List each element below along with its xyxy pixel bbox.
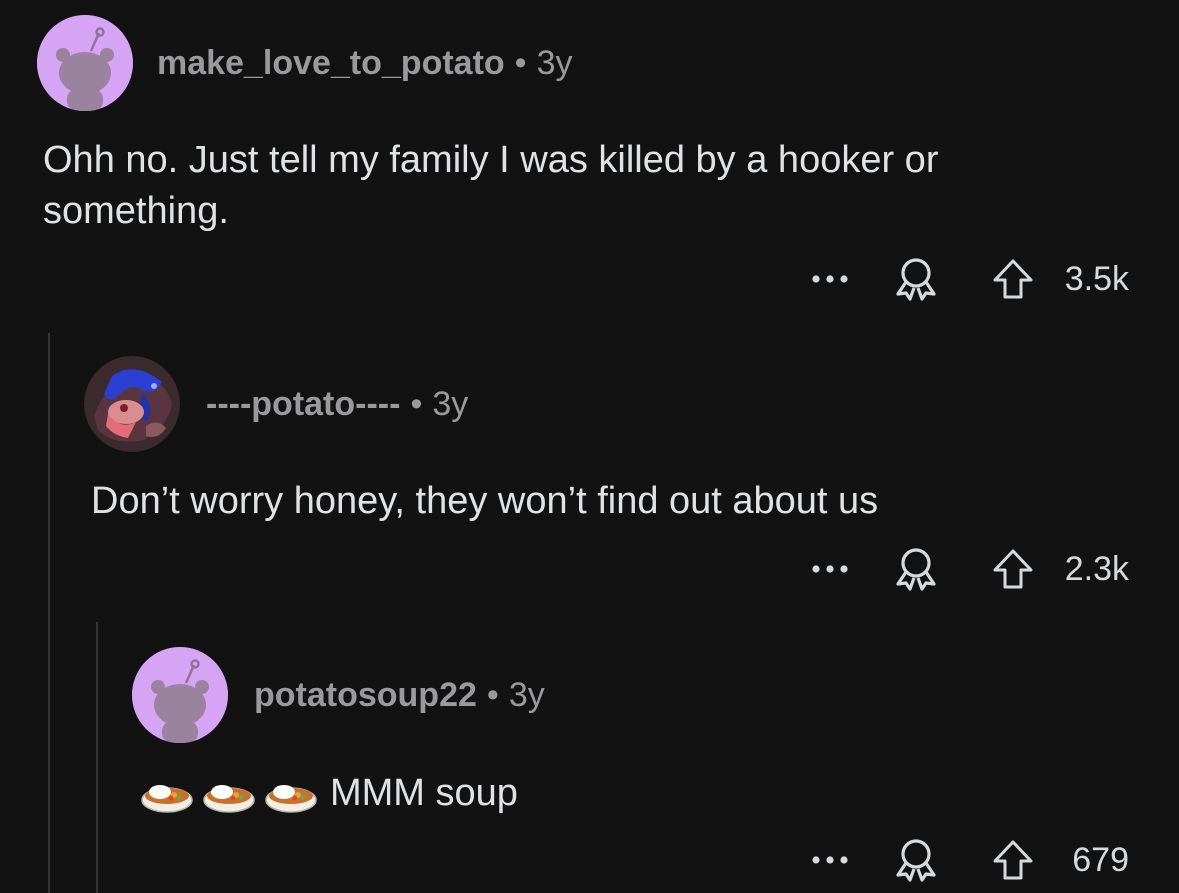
award-button[interactable] (891, 835, 941, 885)
curry-rice-emoji-icon (265, 785, 317, 813)
upvote-arrow-icon (993, 259, 1033, 299)
award-icon (896, 839, 936, 882)
custom-art-avatar-icon (84, 356, 180, 452)
username-link[interactable]: ----potato---- (206, 385, 400, 423)
comment-body: Ohh no. Just tell my family I was killed… (43, 139, 939, 232)
comment-age: 3y (536, 44, 573, 82)
emoji-row (140, 776, 318, 814)
comment-actions: 679 (805, 836, 1129, 884)
username-link[interactable]: make_love_to_potato (157, 44, 505, 82)
curry-rice-emoji-icon (203, 785, 255, 813)
upvote-arrow-icon (993, 840, 1033, 880)
more-options-button[interactable] (805, 259, 855, 299)
meta-separator: • (514, 44, 527, 82)
award-button[interactable] (891, 544, 941, 594)
comment-meta: ----potato---- • 3y (206, 384, 468, 424)
curry-rice-emoji-icon (141, 785, 193, 813)
award-icon (896, 258, 936, 301)
snoo-avatar-icon (132, 647, 228, 743)
more-options-button[interactable] (805, 840, 855, 880)
user-avatar[interactable] (37, 15, 133, 111)
comment-age: 3y (508, 676, 545, 714)
thread-line-level-2[interactable] (96, 622, 98, 893)
award-icon (896, 548, 936, 591)
comment-age: 3y (432, 385, 469, 423)
vote-score: 3.5k (1064, 259, 1129, 298)
more-dots-icon (812, 856, 848, 864)
vote-score: 2.3k (1064, 549, 1129, 588)
upvote-arrow-icon (993, 549, 1033, 589)
meta-separator: • (410, 385, 423, 423)
comment-actions: 3.5k (805, 255, 1129, 303)
comment-meta: potatosoup22 • 3y (254, 675, 545, 715)
more-dots-icon (812, 565, 848, 573)
username-link[interactable]: potatosoup22 (254, 676, 477, 714)
comment-body: MMM soup (330, 772, 518, 814)
snoo-avatar-icon (37, 15, 133, 111)
upvote-button[interactable] (989, 255, 1037, 303)
award-button[interactable] (891, 254, 941, 304)
comment-actions: 2.3k (805, 545, 1129, 593)
comment-meta: make_love_to_potato • 3y (157, 43, 573, 83)
more-dots-icon (812, 275, 848, 283)
user-avatar[interactable] (132, 647, 228, 743)
upvote-button[interactable] (989, 545, 1037, 593)
comment-body: Don’t worry honey, they won’t find out a… (91, 480, 879, 522)
vote-score: 679 (1072, 840, 1129, 879)
upvote-button[interactable] (989, 836, 1037, 884)
meta-separator: • (486, 676, 499, 714)
thread-line-level-1[interactable] (48, 333, 50, 893)
user-avatar[interactable] (84, 356, 180, 452)
more-options-button[interactable] (805, 549, 855, 589)
